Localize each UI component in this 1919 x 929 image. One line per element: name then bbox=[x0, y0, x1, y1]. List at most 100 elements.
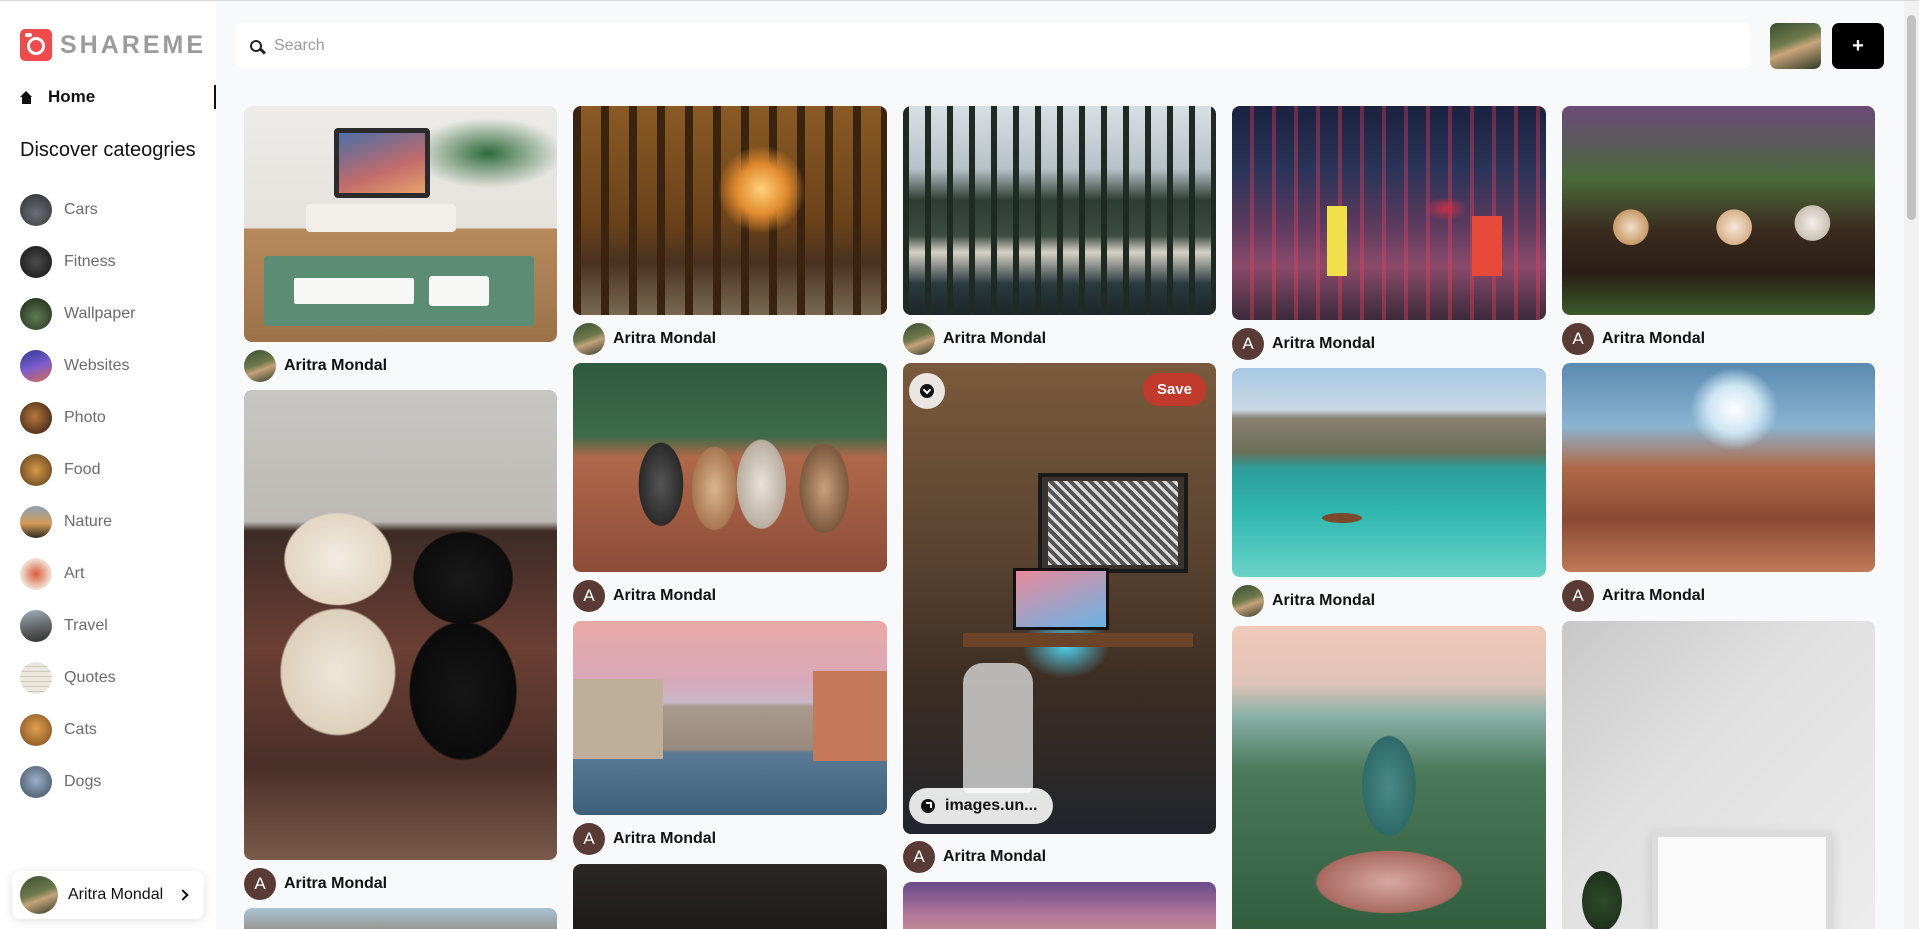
pin-image[interactable] bbox=[573, 106, 887, 315]
user-avatar-button[interactable] bbox=[1770, 23, 1821, 69]
category-thumbnail bbox=[20, 246, 52, 278]
sidebar-item-home[interactable]: Home bbox=[20, 85, 216, 109]
sidebar-item-label: Food bbox=[64, 461, 101, 478]
author-name: Aritra Mondal bbox=[613, 830, 717, 847]
scrollbar[interactable] bbox=[1904, 1, 1919, 929]
save-button[interactable]: Save bbox=[1142, 373, 1206, 406]
pin-image[interactable]: Save images.un... bbox=[903, 363, 1216, 834]
category-thumbnail bbox=[20, 298, 52, 330]
sidebar-item-websites[interactable]: Websites bbox=[20, 340, 135, 392]
source-link-label: images.un... bbox=[945, 797, 1038, 814]
chevron-right-icon bbox=[177, 889, 189, 901]
pin-image[interactable] bbox=[1232, 106, 1546, 320]
category-thumbnail bbox=[20, 662, 52, 694]
pin-author[interactable]: Aritra Mondal bbox=[1232, 585, 1375, 617]
logo-text: SHAREME bbox=[60, 30, 207, 59]
pin-image[interactable] bbox=[1562, 106, 1875, 315]
category-thumbnail bbox=[20, 402, 52, 434]
pin-author[interactable]: A Aritra Mondal bbox=[244, 868, 387, 900]
sidebar-item-label: Home bbox=[48, 87, 96, 106]
pin-author[interactable]: A Aritra Mondal bbox=[1232, 328, 1375, 360]
pin-image[interactable] bbox=[1232, 368, 1546, 577]
sidebar-item-label: Nature bbox=[64, 513, 113, 530]
sidebar-item-label: Cats bbox=[64, 721, 97, 738]
pin-author[interactable]: Aritra Mondal bbox=[903, 323, 1046, 355]
avatar: A bbox=[573, 823, 605, 855]
avatar: A bbox=[903, 841, 935, 873]
sidebar-item-label: Photo bbox=[64, 409, 106, 426]
sidebar-item-art[interactable]: Art bbox=[20, 548, 135, 600]
pin-author[interactable]: A Aritra Mondal bbox=[1562, 323, 1705, 355]
pin-author[interactable]: A Aritra Mondal bbox=[1562, 580, 1705, 612]
user-profile-link[interactable]: Aritra Mondal bbox=[12, 871, 204, 919]
author-name: Aritra Mondal bbox=[613, 330, 717, 347]
search-icon bbox=[250, 39, 262, 52]
author-name: Aritra Mondal bbox=[1272, 335, 1376, 352]
pin-image[interactable] bbox=[1232, 626, 1546, 929]
category-list: Cars Fitness Wallpaper Websites Photo Fo… bbox=[20, 184, 135, 808]
sidebar-item-label: Quotes bbox=[64, 669, 116, 686]
avatar: A bbox=[573, 580, 605, 612]
category-thumbnail bbox=[20, 714, 52, 746]
pin-author[interactable]: A Aritra Mondal bbox=[573, 580, 716, 612]
scrollbar-thumb[interactable] bbox=[1907, 15, 1916, 220]
categories-heading: Discover cateogries bbox=[20, 139, 196, 161]
search-bar[interactable] bbox=[236, 23, 1750, 68]
category-thumbnail bbox=[20, 558, 52, 590]
sidebar-item-quotes[interactable]: Quotes bbox=[20, 652, 135, 704]
author-name: Aritra Mondal bbox=[613, 587, 717, 604]
logo[interactable]: SHAREME bbox=[20, 29, 206, 61]
author-name: Aritra Mondal bbox=[1272, 592, 1376, 609]
author-name: Aritra Mondal bbox=[284, 357, 388, 374]
pin-image[interactable] bbox=[244, 390, 557, 860]
pin-image[interactable] bbox=[573, 864, 887, 929]
sidebar-item-cats[interactable]: Cats bbox=[20, 704, 135, 756]
sidebar-item-label: Wallpaper bbox=[64, 305, 136, 322]
avatar bbox=[1232, 585, 1264, 617]
pin-author[interactable]: A Aritra Mondal bbox=[573, 823, 716, 855]
sidebar-item-label: Websites bbox=[64, 357, 130, 374]
avatar: A bbox=[1232, 328, 1264, 360]
pin-image[interactable] bbox=[1562, 363, 1875, 572]
camera-icon bbox=[20, 29, 52, 61]
sidebar-item-label: Art bbox=[64, 565, 85, 582]
pin-image[interactable] bbox=[903, 106, 1216, 315]
category-thumbnail bbox=[20, 454, 52, 486]
sidebar-item-cars[interactable]: Cars bbox=[20, 184, 135, 236]
pin-image[interactable] bbox=[1562, 621, 1875, 929]
search-input[interactable] bbox=[274, 36, 1674, 55]
sidebar-item-label: Cars bbox=[64, 201, 98, 218]
sidebar: SHAREME Home Discover cateogries Cars Fi… bbox=[0, 1, 216, 929]
sidebar-item-label: Travel bbox=[64, 617, 108, 634]
category-thumbnail bbox=[20, 350, 52, 382]
sidebar-item-travel[interactable]: Travel bbox=[20, 600, 135, 652]
download-icon bbox=[920, 384, 934, 398]
sidebar-item-food[interactable]: Food bbox=[20, 444, 135, 496]
sidebar-item-photo[interactable]: Photo bbox=[20, 392, 135, 444]
sidebar-item-nature[interactable]: Nature bbox=[20, 496, 135, 548]
download-button[interactable] bbox=[909, 373, 945, 409]
add-pin-button[interactable]: + bbox=[1832, 23, 1884, 69]
profile-name: Aritra Mondal bbox=[68, 886, 164, 903]
source-link[interactable]: images.un... bbox=[909, 788, 1054, 824]
home-icon bbox=[20, 90, 33, 104]
author-name: Aritra Mondal bbox=[1602, 587, 1706, 604]
pin-image[interactable] bbox=[903, 882, 1216, 929]
category-thumbnail bbox=[20, 194, 52, 226]
pin-image[interactable] bbox=[573, 363, 887, 572]
external-link-icon bbox=[921, 799, 935, 813]
pin-image[interactable] bbox=[244, 106, 557, 342]
sidebar-item-wallpaper[interactable]: Wallpaper bbox=[20, 288, 135, 340]
pin-author[interactable]: Aritra Mondal bbox=[244, 350, 387, 382]
pin-image[interactable] bbox=[244, 908, 557, 929]
sidebar-item-fitness[interactable]: Fitness bbox=[20, 236, 135, 288]
avatar bbox=[573, 323, 605, 355]
category-thumbnail bbox=[20, 610, 52, 642]
pin-author[interactable]: Aritra Mondal bbox=[573, 323, 716, 355]
pin-author[interactable]: A Aritra Mondal bbox=[903, 841, 1046, 873]
pin-image[interactable] bbox=[573, 621, 887, 815]
avatar bbox=[903, 323, 935, 355]
author-name: Aritra Mondal bbox=[1602, 330, 1706, 347]
sidebar-item-dogs[interactable]: Dogs bbox=[20, 756, 135, 808]
author-name: Aritra Mondal bbox=[284, 875, 388, 892]
